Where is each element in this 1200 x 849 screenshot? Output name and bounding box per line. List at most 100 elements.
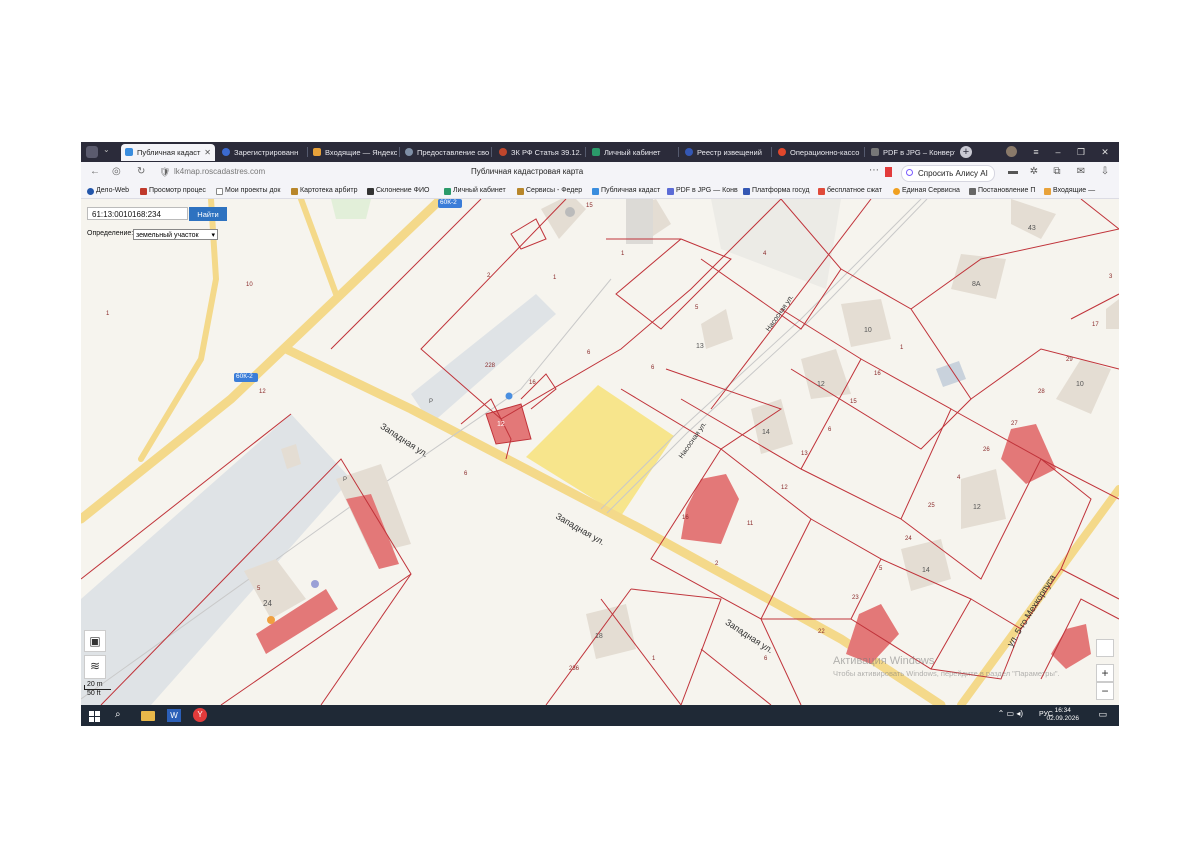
tab-label: Личный кабинет — [604, 148, 661, 157]
shield-icon — [444, 188, 451, 195]
reload-icon[interactable]: ↻ — [137, 166, 145, 177]
globe-icon — [87, 188, 94, 195]
layers-icon: ≋ — [89, 659, 101, 673]
tab-notices-registry[interactable]: Реестр извещений — [681, 144, 769, 161]
more-icon[interactable]: ⋯ — [869, 165, 879, 176]
back-icon[interactable]: ← — [90, 166, 100, 177]
cadastral-map[interactable]: 60К-2 60К-2 Западная ул. Западная ул. За… — [81, 199, 1119, 705]
parcel-label: 14 — [922, 567, 930, 574]
tray-icons[interactable]: ⌃ ▭ ◂) — [998, 709, 1023, 718]
tab-label: Предоставление сво — [417, 148, 489, 157]
definition-label: Определение: — [87, 230, 134, 237]
cadastral-icon — [125, 148, 133, 156]
map-scale: 20 m 50 ft — [84, 681, 111, 697]
cadastral-search-input[interactable]: 61:13:0010168:234 — [87, 207, 188, 220]
parcel-label: 228 — [485, 363, 496, 369]
tab-personal-account[interactable]: Личный кабинет — [588, 144, 676, 161]
open-area — [711, 199, 841, 289]
bookmark-item[interactable]: Просмотр процес — [139, 185, 206, 197]
word-icon[interactable]: W — [167, 709, 181, 722]
close-window-button[interactable]: ✕ — [1098, 144, 1112, 160]
maximize-button[interactable]: ❐ — [1074, 144, 1088, 160]
bookmark-icon[interactable] — [885, 167, 892, 177]
parcel-label: 18 — [595, 633, 603, 640]
download-icon[interactable]: ◎ — [112, 166, 121, 177]
tab-inbox-yandex[interactable]: Входящие — Яндекс — [309, 144, 397, 161]
bookmark-item[interactable]: Платформа госуд — [742, 185, 809, 197]
collections-icon[interactable]: ⧉ — [1051, 166, 1063, 178]
minimize-button[interactable]: – — [1051, 144, 1065, 160]
bookmark-item[interactable]: Публичная кадаст — [591, 185, 660, 197]
bookmark-label: Дело-Web — [96, 187, 130, 194]
close-icon[interactable]: ✕ — [204, 144, 211, 161]
page-title: Публичная кадастровая карта — [471, 167, 584, 176]
tab-land-code[interactable]: ЗК РФ Статья 39.12. — [495, 144, 583, 161]
parcel-label: 5 — [879, 566, 883, 572]
menu-icon[interactable]: ≡ — [1029, 144, 1043, 160]
start-icon[interactable] — [89, 709, 103, 722]
url-field[interactable]: lk4map.roscadastres.com — [174, 167, 265, 176]
clock[interactable]: 16:34 02.09.2026 — [1046, 707, 1079, 723]
industrial-area — [81, 414, 351, 705]
browser-tab-bar: ⌄ Публичная кадаст ✕ Зарегистрированн Вх… — [81, 142, 1119, 162]
parcel-label: 11 — [747, 521, 754, 527]
pin-icon[interactable]: ▬ — [1007, 166, 1019, 178]
bookmark-item[interactable]: бесплатное сжат — [817, 185, 882, 197]
tab-label: ЗК РФ Статья 39.12. — [511, 148, 582, 157]
highlighted-parcel[interactable] — [526, 385, 674, 516]
bookmark-item[interactable]: Личный кабинет — [443, 185, 506, 197]
ask-alice-button[interactable]: Спросить Алису AI — [901, 165, 995, 182]
tab-cash-operations[interactable]: Операционно-кассо — [774, 144, 862, 161]
tab-pdf-to-jpg[interactable]: PDF в JPG – Конверт — [867, 144, 955, 161]
bookmark-label: бесплатное сжат — [827, 187, 882, 194]
definition-select[interactable]: земельный участок ▾ — [133, 229, 218, 240]
tab-label: Реестр извещений — [697, 148, 762, 157]
search-icon[interactable]: ⌕ — [115, 709, 129, 722]
zoom-in-button[interactable]: + — [1096, 664, 1114, 682]
bookmark-item[interactable]: PDF в JPG — Конв — [666, 185, 738, 197]
bookmark-item[interactable]: Картотека арбитр — [290, 185, 357, 197]
parcel-label: 236 — [569, 666, 580, 672]
bookmark-item[interactable]: Единая Сервисна — [892, 185, 960, 197]
yandex-browser-icon[interactable]: Y — [193, 708, 207, 722]
locate-button[interactable] — [1096, 639, 1114, 657]
building-blue — [936, 361, 966, 387]
mail-icon[interactable]: ✉ — [1075, 166, 1087, 178]
bookmark-item[interactable]: Склонение ФИО — [366, 185, 429, 197]
document-icon — [405, 148, 413, 156]
extensions-icon[interactable]: ✲ — [1028, 166, 1040, 178]
tab-list-chevron-icon[interactable]: ⌄ — [103, 145, 110, 154]
notifications-icon[interactable]: ▭ — [1098, 709, 1107, 720]
bookmark-item[interactable]: Сервисы - Федер — [516, 185, 582, 197]
parcel-label: 12 — [781, 485, 788, 491]
new-tab-button[interactable]: + — [960, 146, 972, 158]
browser-menu-icon[interactable] — [86, 146, 98, 158]
parcel-label: 12 — [497, 421, 505, 428]
scale-meters: 20 m — [87, 681, 103, 688]
compress-icon — [818, 188, 825, 195]
find-button[interactable]: Найти — [189, 207, 227, 221]
zoom-out-button[interactable]: − — [1096, 682, 1114, 700]
fullscreen-button[interactable]: ▣ — [84, 630, 106, 652]
bookmark-item[interactable]: Дело-Web — [86, 185, 129, 197]
downloads-icon[interactable]: ⇩ — [1099, 166, 1111, 178]
parcel-label: 1 — [652, 656, 656, 662]
profile-avatar[interactable] — [1006, 146, 1017, 157]
bookmark-item[interactable]: Мои проекты док — [215, 185, 281, 197]
tab-registered[interactable]: Зарегистрированн — [218, 144, 304, 161]
tab-provision[interactable]: Предоставление сво — [401, 144, 489, 161]
parcel-label: Р — [343, 477, 348, 483]
parcel-label: 28 — [1038, 389, 1045, 395]
parcel-label: 1 — [106, 311, 110, 317]
bookmark-item[interactable]: Входящие — — [1043, 185, 1095, 197]
bookmark-item[interactable]: Постановление П — [968, 185, 1035, 197]
parcel-label: 27 — [1011, 421, 1018, 427]
parcel-label: 29 — [1066, 357, 1073, 363]
parcel-label: 4 — [957, 475, 961, 481]
layers-button[interactable]: ≋ — [84, 655, 106, 679]
parcel-label: 3 — [1109, 274, 1113, 280]
road-badge-left-label: 60К-2 — [236, 373, 253, 380]
tab-public-cadastral-map[interactable]: Публичная кадаст ✕ — [121, 144, 215, 161]
bookmark-label: Картотека арбитр — [300, 187, 358, 194]
file-explorer-icon[interactable] — [141, 711, 155, 721]
